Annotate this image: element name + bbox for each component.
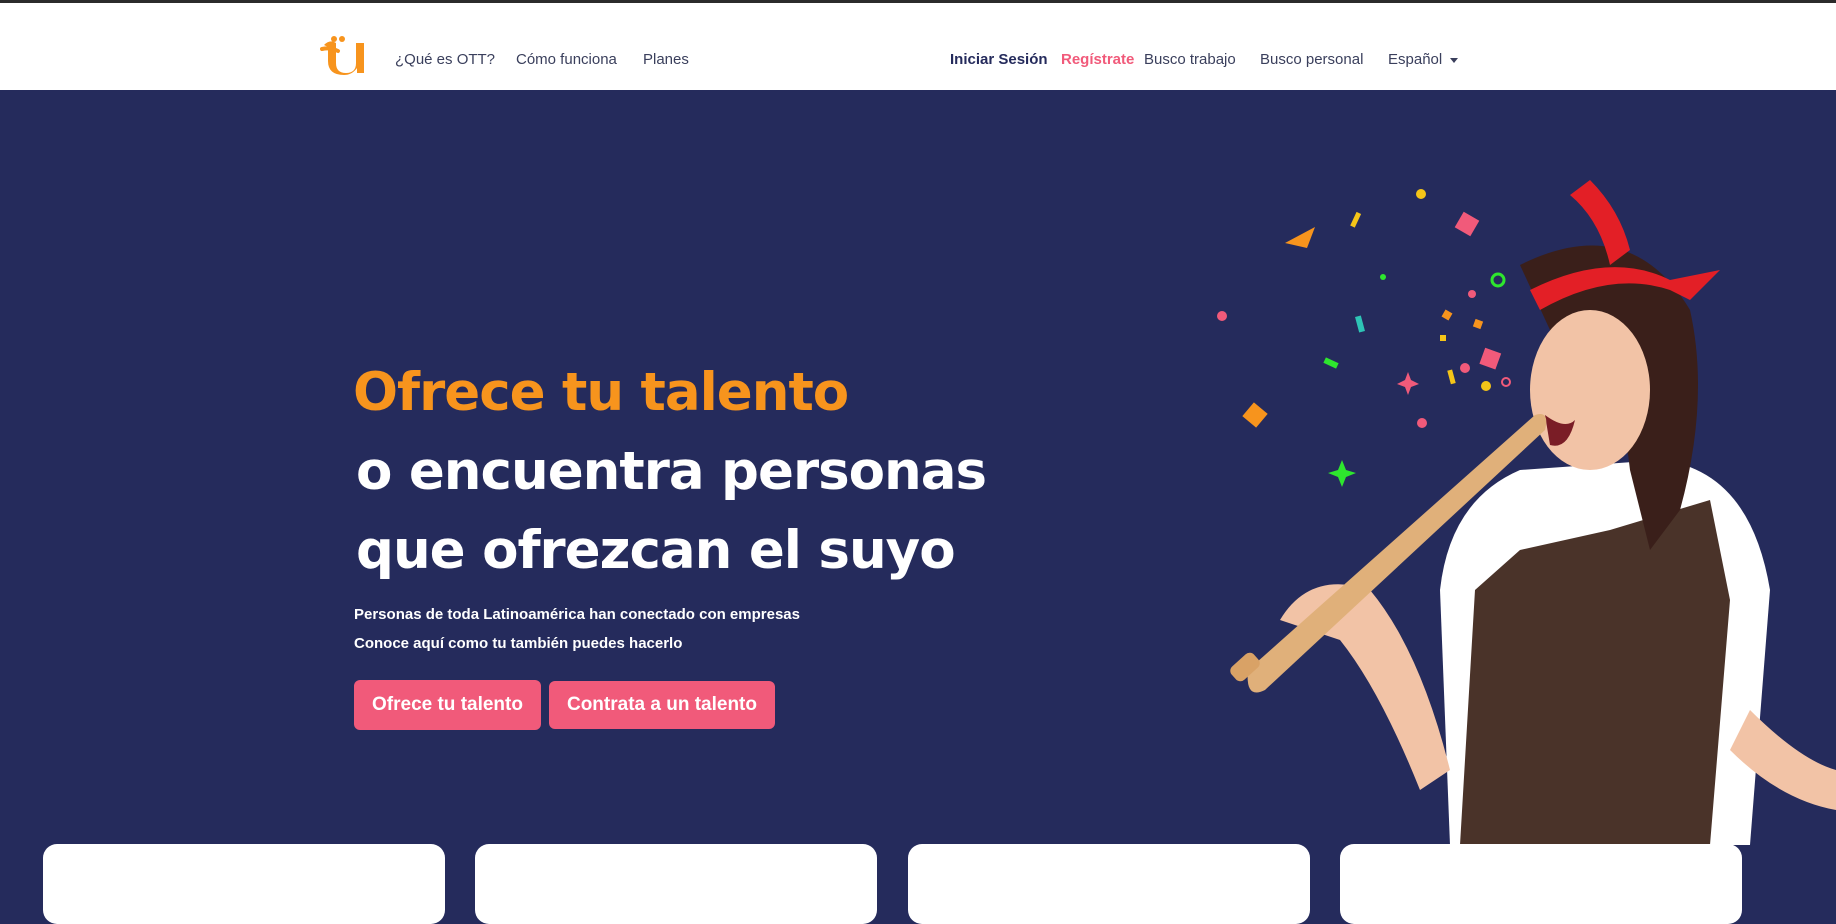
feature-card <box>1340 844 1742 924</box>
top-navbar: ¿Qué es OTT? Cómo funciona Planes Inicia… <box>0 3 1836 90</box>
hero-title-line-3: que ofrezcan el suyo <box>356 520 956 581</box>
busco-trabajo-link[interactable]: Busco trabajo <box>1144 51 1236 68</box>
busco-personal-link[interactable]: Busco personal <box>1260 51 1363 68</box>
register-link[interactable]: Regístrate <box>1061 51 1134 68</box>
ott-logo-icon[interactable] <box>320 33 368 77</box>
feature-card <box>43 844 445 924</box>
feature-card <box>475 844 877 924</box>
hero-woman-singing-image <box>1217 180 1836 845</box>
hero-title-line-2: o encuentra personas <box>356 441 987 502</box>
feature-card <box>908 844 1310 924</box>
language-label: Español <box>1388 51 1443 68</box>
nav-link-planes[interactable]: Planes <box>643 51 689 68</box>
ofrece-talento-button[interactable]: Ofrece tu talento <box>354 680 541 730</box>
nav-link-como-funciona[interactable]: Cómo funciona <box>516 51 617 68</box>
hero-subtitle-line-2: Conoce aquí como tu también puedes hacer… <box>354 635 683 652</box>
contrata-talento-button[interactable]: Contrata a un talento <box>549 681 775 729</box>
caret-down-icon <box>1450 57 1459 63</box>
nav-link-que-es-ott[interactable]: ¿Qué es OTT? <box>395 51 495 68</box>
login-link[interactable]: Iniciar Sesión <box>950 51 1048 68</box>
hero-subtitle-line-1: Personas de toda Latinoamérica han conec… <box>354 606 800 623</box>
hero-title-highlight: Ofrece tu talento <box>353 362 849 423</box>
language-dropdown[interactable]: Español <box>1388 51 1459 68</box>
